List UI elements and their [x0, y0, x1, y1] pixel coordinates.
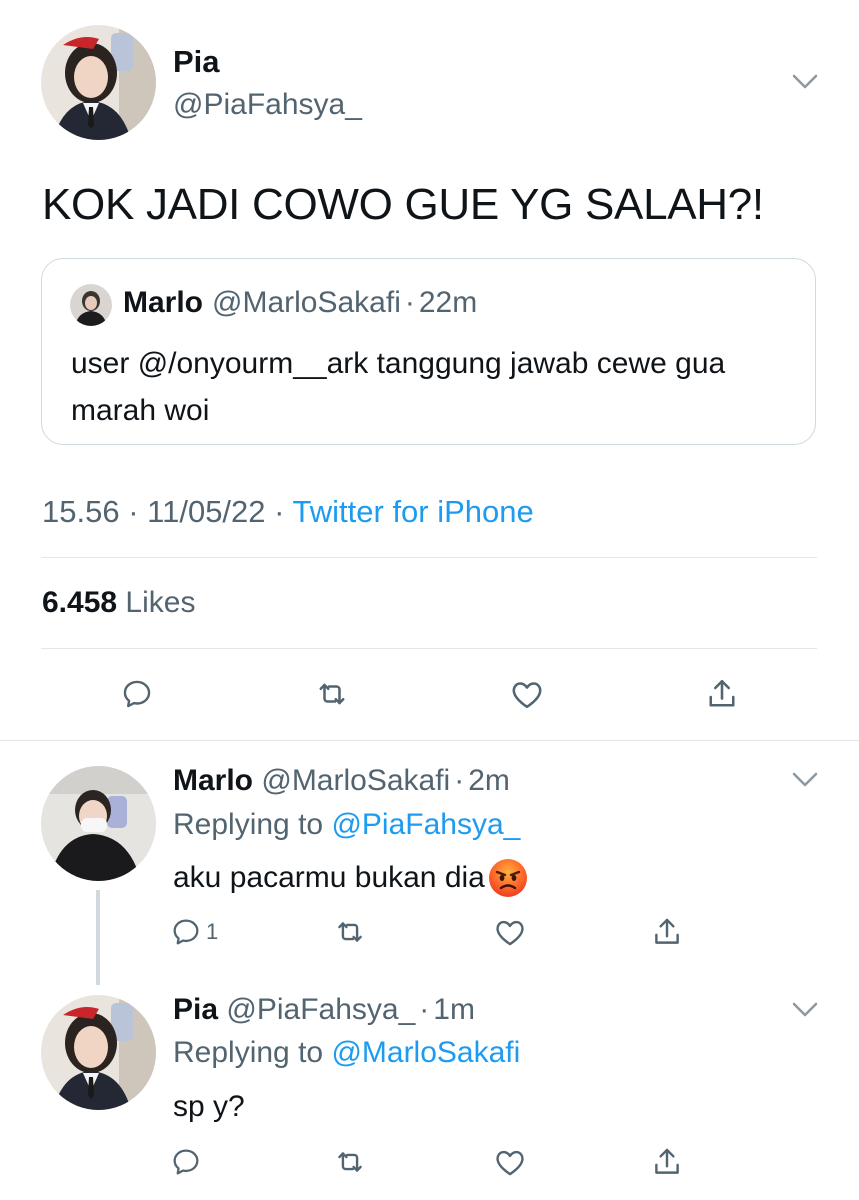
tweet-time: 15.56: [42, 494, 120, 529]
quote-header: Marlo @MarloSakafi · 22m: [123, 286, 477, 320]
reply-author-avatar[interactable]: [41, 766, 156, 881]
reply-header: Marlo @MarloSakafi · 2m: [173, 764, 510, 798]
reply-author-name[interactable]: Pia: [173, 993, 218, 1026]
replying-to: Replying to @MarloSakafi: [173, 1036, 520, 1070]
tweet-meta: 15.56 · 11/05/22 · Twitter for iPhone: [42, 494, 534, 530]
author-name[interactable]: Pia: [173, 44, 220, 80]
reply-text: aku pacarmu bukan dia: [173, 861, 485, 894]
like-icon[interactable]: [505, 672, 549, 716]
reply-header: Pia @PiaFahsya_ · 1m: [173, 993, 475, 1027]
meta-separator: ·: [128, 494, 139, 529]
reply-icon[interactable]: [115, 672, 159, 716]
reply-separator: ·: [454, 764, 465, 797]
thread-connector-line: [96, 890, 100, 985]
like-icon[interactable]: [490, 1142, 530, 1182]
meta-separator: ·: [274, 494, 285, 529]
replying-to: Replying to @PiaFahsya_: [173, 808, 520, 842]
replying-to-handle[interactable]: @MarloSakafi: [331, 1036, 520, 1069]
likes-count: 6.458: [42, 586, 118, 619]
quote-author-avatar: [70, 284, 112, 326]
tweet-text: KOK JADI COWO GUE YG SALAH?!: [42, 180, 764, 229]
likes-summary[interactable]: 6.458 Likes: [42, 586, 195, 620]
chevron-down-icon[interactable]: [785, 990, 825, 1030]
reply-count: 1: [206, 919, 219, 944]
reply-action[interactable]: [170, 1142, 206, 1182]
reply-author-avatar[interactable]: [41, 995, 156, 1110]
quote-separator: ·: [404, 286, 415, 319]
quote-text: user @/onyourm__ark tanggung jawab cewe …: [71, 347, 726, 427]
like-icon[interactable]: [490, 912, 530, 952]
retweet-icon[interactable]: [330, 912, 370, 952]
reply-author-handle[interactable]: @PiaFahsya_: [226, 993, 415, 1026]
reply-action[interactable]: 1: [170, 912, 218, 952]
replying-to-label: Replying to: [173, 1036, 324, 1069]
author-handle[interactable]: @PiaFahsya_: [173, 88, 362, 122]
divider: [0, 740, 859, 741]
author-avatar[interactable]: [41, 25, 156, 140]
reply-text-row: aku pacarmu bukan dia: [173, 858, 528, 898]
tweet-date: 11/05/22: [147, 494, 266, 529]
quote-author-name: Marlo: [123, 286, 204, 319]
reply-time: 1m: [433, 993, 475, 1026]
angry-face-emoji: [488, 858, 528, 898]
divider: [41, 648, 817, 649]
reply-separator: ·: [419, 993, 430, 1026]
replying-to-label: Replying to: [173, 808, 324, 841]
retweet-icon[interactable]: [330, 1142, 370, 1182]
likes-label: Likes: [125, 586, 196, 619]
reply-text: sp y?: [173, 1090, 245, 1123]
reply-icon: [173, 1149, 199, 1175]
chevron-down-icon[interactable]: [785, 760, 825, 800]
quote-time: 22m: [418, 286, 478, 319]
retweet-icon[interactable]: [310, 672, 354, 716]
reply-author-name[interactable]: Marlo: [173, 764, 253, 797]
divider: [41, 557, 817, 558]
reply-time: 2m: [468, 764, 510, 797]
share-icon[interactable]: [700, 672, 744, 716]
chevron-down-icon[interactable]: [785, 62, 825, 102]
quote-author-handle: @MarloSakafi: [212, 286, 401, 319]
reply-icon: [173, 919, 199, 945]
replying-to-handle[interactable]: @PiaFahsya_: [331, 808, 520, 841]
tweet-source-link[interactable]: Twitter for iPhone: [293, 494, 534, 529]
reply-author-handle[interactable]: @MarloSakafi: [261, 764, 450, 797]
share-icon[interactable]: [647, 1142, 687, 1182]
share-icon[interactable]: [647, 912, 687, 952]
